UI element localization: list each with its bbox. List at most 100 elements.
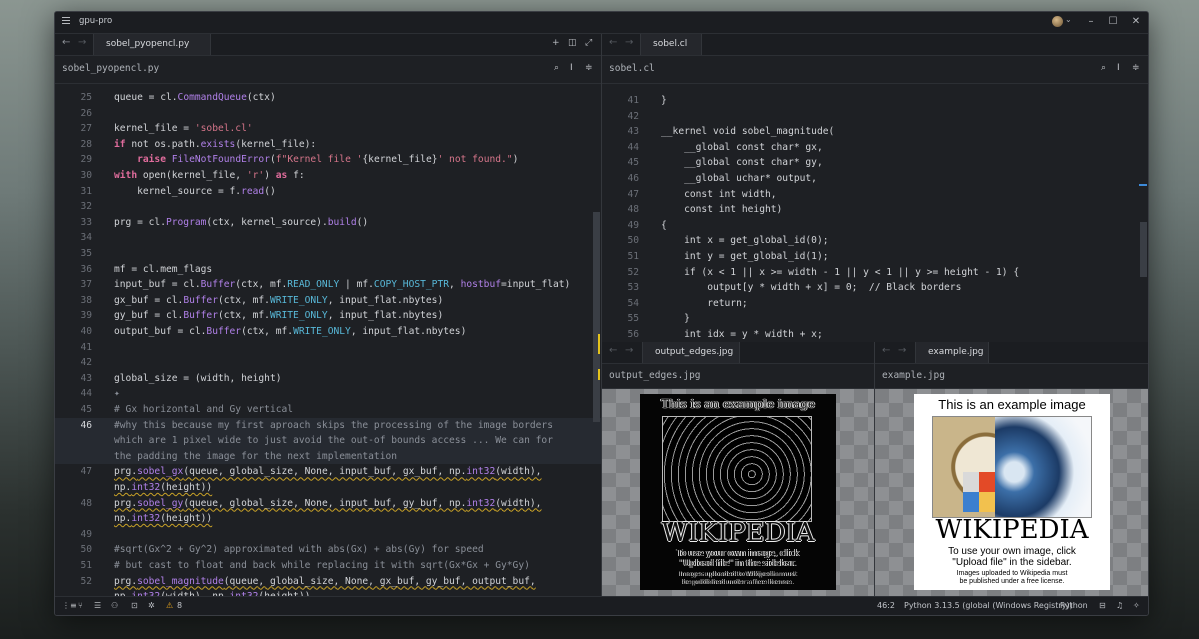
forward-arrow-icon[interactable]: → [625,37,633,48]
code-line[interactable]: the padding the image for the next imple… [55,449,601,465]
code-line[interactable]: 45 __global const char* gy, [602,155,1148,171]
code-line[interactable]: 28 if not os.path.exists(kernel_file): [55,137,601,153]
line-number: 55 [627,313,639,325]
code-line[interactable]: 56 int idx = y * width + x; [602,327,1148,342]
code-line[interactable]: 49 [55,527,601,543]
close-icon[interactable]: ✕ [1129,14,1143,30]
minimize-icon[interactable]: – [1084,14,1098,30]
assistant-icon[interactable]: ✧ [1133,601,1140,610]
expand-icon[interactable]: ⤢ [585,38,592,48]
split-view-icon[interactable]: ◫ [568,38,577,48]
code-line[interactable]: 48 const int height) [602,202,1148,218]
code-line[interactable]: np.int32(width), np.int32(height)) [55,589,601,596]
add-tab-icon[interactable]: + [552,38,560,48]
collaborators-icon[interactable]: ⚇ [111,601,118,610]
code-line[interactable]: 53 output[y * width + x] = 0; // Black b… [602,280,1148,296]
code-line[interactable]: 48 prg.sobel_gy(queue, global_size, None,… [55,496,601,512]
code-line[interactable]: 49 { [602,218,1148,234]
line-number: 48 [627,204,639,216]
copilot-icon[interactable]: ⊟ [1099,601,1106,610]
language-mode[interactable]: Python [1060,601,1088,610]
tab-output-edges[interactable]: output_edges.jpg [642,342,740,363]
code-line[interactable]: 47 prg.sobel_gx(queue, global_size, None,… [55,464,601,480]
code-line[interactable]: 30 with open(kernel_file, 'r') as f: [55,168,601,184]
tab-sobel-pyopencl[interactable]: sobel_pyopencl.py [93,34,211,55]
code-line[interactable]: 35 [55,246,601,262]
warning-count[interactable]: 8 [177,601,182,610]
settings-sliders-icon[interactable]: ≑ [585,63,593,73]
settings-sliders-icon[interactable]: ≑ [1132,63,1140,73]
code-line[interactable]: 41 [55,340,601,356]
forward-arrow-icon[interactable]: → [78,37,86,48]
forward-arrow-icon[interactable]: → [898,345,906,356]
code-line[interactable]: 39 gy_buf = cl.Buffer(ctx, mf.WRITE_ONLY,… [55,308,601,324]
back-arrow-icon[interactable]: ← [62,37,70,48]
tab-sobel-cl[interactable]: sobel.cl [640,34,702,55]
user-avatar[interactable] [1052,16,1063,27]
code-line[interactable]: np.int32(height)) [55,511,601,527]
text-cursor-icon[interactable]: I [1117,63,1120,73]
left-scrollbar[interactable] [593,212,600,422]
python-interpreter[interactable]: Python 3.13.5 (global (Windows Registry)… [904,601,1073,610]
terminal-icon[interactable]: ⊡ [131,601,138,610]
code-line[interactable]: 25 queue = cl.CommandQueue(ctx) [55,90,601,106]
code-line[interactable]: 55 } [602,311,1148,327]
notifications-icon[interactable]: ♫ [1116,601,1123,610]
code-line[interactable]: 34 [55,230,601,246]
back-arrow-icon[interactable]: ← [882,345,890,356]
right-code-editor[interactable]: 41} 42 43 __kernel void sobel_magnitude(44 … [602,84,1148,342]
code-line[interactable]: 46 #why this because my first aproach ski… [55,418,601,434]
code-line[interactable]: 51 int y = get_global_id(1); [602,249,1148,265]
code-line[interactable]: 51 # but cast to float and back while rep… [55,558,601,574]
code-line[interactable]: 47 const int width, [602,187,1148,203]
breadcrumb-file[interactable]: sobel_pyopencl.py [62,63,159,74]
code-line[interactable]: 37 input_buf = cl.Buffer(ctx, mf.READ_ONL… [55,277,601,293]
right-scrollbar[interactable] [1140,222,1147,277]
back-arrow-icon[interactable]: ← [609,37,617,48]
code-line[interactable]: 52 if (x < 1 || x >= width - 1 || y < 1 … [602,265,1148,281]
code-line[interactable]: 50 #sqrt(Gx^2 + Gy^2) approximated with a… [55,542,601,558]
code-line[interactable]: 43 __kernel void sobel_magnitude( [602,124,1148,140]
code-line[interactable]: 45 # Gx horizontal and Gy vertical [55,402,601,418]
code-line[interactable]: 27 kernel_file = 'sobel.cl' [55,121,601,137]
code-line[interactable]: 38 gx_buf = cl.Buffer(ctx, mf.WRITE_ONLY,… [55,293,601,309]
code-line[interactable]: 44 __global const char* gx, [602,140,1148,156]
search-icon[interactable]: ⌕ [1101,63,1106,73]
outline-icon[interactable]: ☰ [94,601,101,610]
code-line[interactable]: 52 prg.sobel_magnitude(queue, global_size… [55,574,601,590]
code-line[interactable]: 42 [55,355,601,371]
code-line[interactable]: 32 [55,199,601,215]
code-line[interactable]: 26 [55,106,601,122]
text-cursor-icon[interactable]: I [570,63,573,73]
git-branch-icon[interactable]: ⑂ [78,601,83,610]
code-line[interactable]: 46 __global uchar* output, [602,171,1148,187]
code-line[interactable]: 33 prg = cl.Program(ctx, kernel_source).b… [55,215,601,231]
code-line[interactable]: 50 int x = get_global_id(0); [602,233,1148,249]
code-line[interactable]: 29 raise FileNotFoundError(f"Kernel file… [55,152,601,168]
code-line[interactable]: 40 output_buf = cl.Buffer(ctx, mf.WRITE_O… [55,324,601,340]
project-panel-icon[interactable]: ⋮≡ [62,601,77,610]
code-line[interactable]: np.int32(height)) [55,480,601,496]
code-line[interactable]: 43 global_size = (width, height) [55,371,601,387]
debug-icon[interactable]: ✲ [148,601,155,610]
cursor-position[interactable]: 46:2 [877,601,895,610]
code-line[interactable]: 36 mf = cl.mem_flags [55,262,601,278]
forward-arrow-icon[interactable]: → [625,345,633,356]
maximize-icon[interactable]: ☐ [1106,14,1120,30]
code-line[interactable]: 41} [602,93,1148,109]
code-line[interactable]: which are 1 pixel wide to just avoid the… [55,433,601,449]
hamburger-menu-icon[interactable] [62,17,70,26]
left-code-editor[interactable]: 25 queue = cl.CommandQueue(ctx) 26 27 kernel… [55,84,601,596]
code-line[interactable]: 42 [602,109,1148,125]
code-line[interactable]: 54 return; [602,296,1148,312]
breadcrumb-file[interactable]: sobel.cl [609,63,655,74]
breadcrumb-file[interactable]: example.jpg [882,370,945,381]
warning-icon[interactable]: ⚠ [166,601,173,610]
back-arrow-icon[interactable]: ← [609,345,617,356]
code-line[interactable]: 31 kernel_source = f.read() [55,184,601,200]
chevron-down-icon[interactable]: ⌄ [1065,15,1072,24]
search-icon[interactable]: ⌕ [554,63,559,73]
tab-example[interactable]: example.jpg [915,342,989,363]
breadcrumb-file[interactable]: output_edges.jpg [609,370,701,381]
code-line[interactable]: 44 ✦ [55,386,601,402]
